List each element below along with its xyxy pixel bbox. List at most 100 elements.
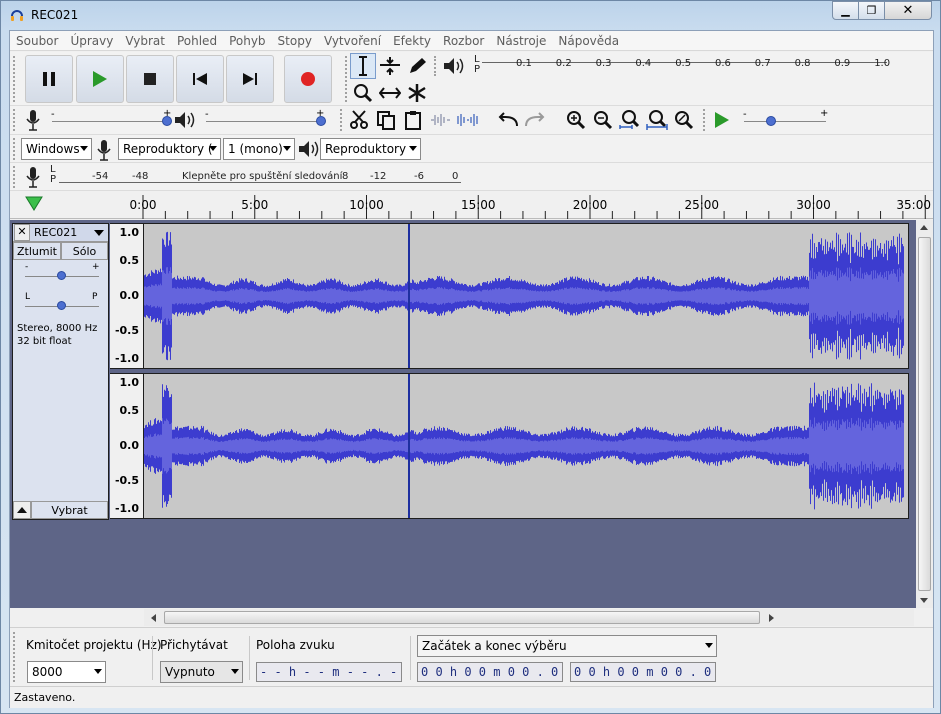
gain-knob[interactable] [57, 271, 66, 280]
record-meter-lr: LP [50, 164, 57, 185]
collapse-track-button[interactable] [13, 501, 31, 519]
scroll-right-icon[interactable] [768, 613, 776, 623]
playback-meter-button[interactable] [441, 53, 467, 79]
zoom-out-button[interactable] [590, 107, 616, 133]
minimize-button[interactable]: ▁ [832, 1, 859, 20]
silence-button[interactable] [454, 107, 480, 133]
mute-button[interactable]: Ztlumit [13, 242, 61, 260]
record-meter-prompt[interactable]: Klepněte pro spuštění sledování [182, 171, 342, 182]
selection-end-field[interactable]: 0 0 h 0 0 m 0 0 . 0 0 0 s [570, 662, 716, 682]
playback-scale-label: 1.0 [874, 58, 891, 69]
envelope-tool[interactable] [377, 53, 403, 79]
ruler-time-label: 5:00 [241, 198, 268, 212]
trim-button[interactable] [427, 107, 453, 133]
skip-end-button[interactable] [226, 55, 274, 103]
toolbar-grip[interactable] [13, 166, 19, 188]
record-meter-button[interactable] [20, 107, 46, 133]
menu-analyze[interactable]: Rozbor [437, 34, 490, 48]
record-volume-slider[interactable] [52, 121, 170, 122]
fit-project-button[interactable] [644, 107, 670, 133]
selection-start-field[interactable]: 0 0 h 0 0 m 0 0 . 0 0 0 s [417, 662, 563, 682]
toolbar-grip[interactable] [13, 632, 19, 682]
playback-device-select[interactable]: Reproduktory [320, 138, 421, 160]
copy-button[interactable] [373, 107, 399, 133]
amplitude-label: 0.5 [119, 254, 140, 267]
snap-to-select[interactable]: Vypnuto [160, 661, 243, 683]
trim-audio-icon [431, 114, 450, 126]
time-shift-tool[interactable] [377, 80, 403, 106]
channel-1-waveform[interactable] [143, 223, 909, 369]
channel-2-waveform[interactable] [143, 373, 909, 519]
horizontal-scrollbar[interactable] [144, 609, 914, 626]
record-meter-bar[interactable] [59, 182, 461, 183]
ruler-time-label: 25:00 [684, 198, 719, 212]
project-rate-label: Kmitočet projektu (Hz) [26, 638, 162, 652]
solo-button[interactable]: Sólo [61, 242, 108, 260]
chevron-down-icon [209, 146, 217, 151]
pan-knob[interactable] [57, 301, 66, 310]
channels-select[interactable]: 1 (mono) [223, 138, 295, 160]
menu-help[interactable]: Nápověda [552, 34, 625, 48]
close-button[interactable]: ✕ [884, 1, 932, 20]
playback-volume-slider[interactable] [206, 121, 324, 122]
amplitude-label: -1.0 [114, 502, 139, 515]
selection-tool[interactable] [350, 53, 376, 79]
menu-tracks[interactable]: Stopy [272, 34, 318, 48]
record-button[interactable] [284, 55, 332, 103]
select-track-button[interactable]: Vybrat [31, 501, 108, 519]
cut-button[interactable] [346, 107, 372, 133]
menu-generate[interactable]: Vytvoření [318, 34, 387, 48]
zoom-toggle-button[interactable] [671, 107, 697, 133]
play-at-speed-button[interactable] [709, 107, 735, 133]
stop-button[interactable] [126, 55, 174, 103]
scroll-up-icon[interactable] [919, 223, 929, 231]
menu-transport[interactable]: Pohyb [223, 34, 271, 48]
playback-speed-knob[interactable] [766, 116, 776, 126]
track-name-menu[interactable]: REC021 [31, 224, 108, 241]
timeline-ruler[interactable]: 0:00 5:00 10:00 15:00 20:00 25:00 30:00 35:00 [10, 191, 933, 219]
toolbar-grip[interactable] [434, 56, 440, 76]
menu-effects[interactable]: Efekty [387, 34, 437, 48]
record-meter-button[interactable] [20, 164, 46, 190]
vertical-scrollbar[interactable] [916, 220, 933, 608]
zoom-in-button[interactable] [563, 107, 589, 133]
maximize-button[interactable]: ❐ [858, 1, 885, 20]
status-bar: Zastaveno. [10, 686, 933, 708]
speaker-icon [444, 58, 464, 74]
selection-mode-select[interactable]: Začátek a konec výběru [417, 635, 717, 657]
toolbar-grip[interactable] [13, 56, 19, 102]
recording-device-select[interactable]: Reproduktory ( [118, 138, 221, 160]
play-button[interactable] [76, 55, 124, 103]
menu-tools[interactable]: Nástroje [490, 34, 552, 48]
vertical-scroll-thumb[interactable] [918, 237, 931, 591]
playback-scale-label: 0.6 [715, 58, 731, 69]
redo-button[interactable] [522, 107, 548, 133]
close-icon: ✕ [902, 3, 914, 18]
undo-button[interactable] [495, 107, 521, 133]
track-control-panel: ✕ REC021 Ztlumit Sólo - + L P Stereo, 80… [12, 223, 109, 520]
ruler-time-label: 10:00 [349, 198, 384, 212]
paste-button[interactable] [400, 107, 426, 133]
horizontal-scroll-thumb[interactable] [164, 611, 760, 624]
toolbar-grip[interactable] [13, 138, 19, 160]
audio-position-field[interactable]: - - h - - m - - . - - - s [256, 662, 402, 682]
menu-edit[interactable]: Úpravy [64, 34, 119, 48]
project-rate-select[interactable]: 8000 [27, 661, 106, 683]
skip-start-button[interactable] [176, 55, 224, 103]
audio-host-select[interactable]: Windows [21, 138, 92, 160]
playback-speed-slider[interactable] [744, 121, 826, 122]
menu-view[interactable]: Pohled [171, 34, 223, 48]
menu-select[interactable]: Vybrat [119, 34, 171, 48]
zoom-tool[interactable] [350, 80, 376, 106]
menu-file[interactable]: Soubor [10, 34, 64, 48]
close-track-button[interactable]: ✕ [14, 224, 30, 241]
multi-tool[interactable] [404, 80, 430, 106]
skip-to-start-icon [193, 73, 207, 85]
pause-button[interactable] [25, 55, 73, 103]
fit-selection-button[interactable] [617, 107, 643, 133]
scroll-down-icon[interactable] [919, 597, 929, 605]
draw-tool[interactable] [404, 53, 430, 79]
microphone-icon [26, 167, 40, 188]
scroll-left-icon[interactable] [149, 613, 157, 623]
toolbar-grip[interactable] [13, 109, 19, 131]
